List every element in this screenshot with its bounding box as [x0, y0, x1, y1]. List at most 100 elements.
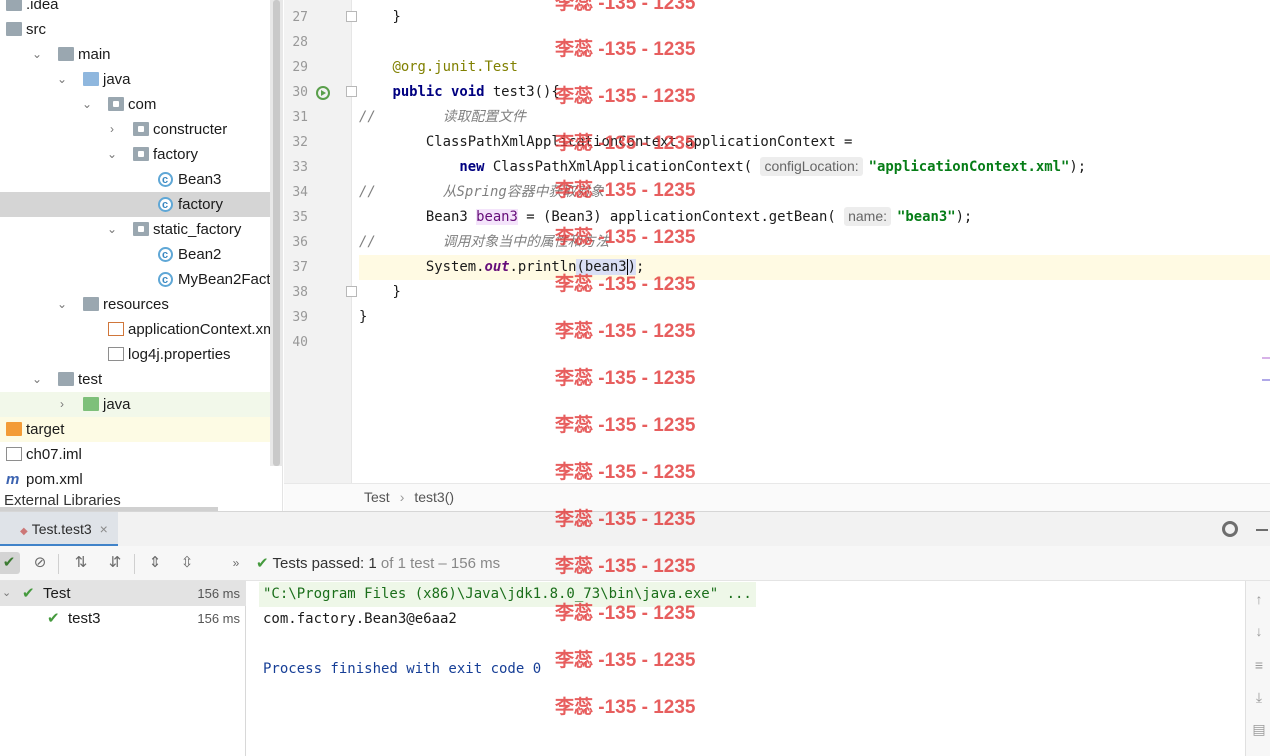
comment-line: // 从Spring容器中获取对象 — [359, 184, 604, 200]
line-number: 30 — [292, 85, 308, 100]
tree-node-constructer[interactable]: › constructer — [0, 117, 270, 142]
test-suite-row[interactable]: ⌄ ✔ Test 156 ms — [0, 581, 246, 606]
package-icon — [133, 222, 149, 236]
tree-node-static-factory[interactable]: ⌄ static_factory — [0, 217, 270, 242]
error-stripe-mark[interactable] — [1262, 357, 1270, 359]
print-icon[interactable]: ▤ — [1251, 721, 1267, 737]
chevron-right-icon[interactable]: › — [56, 398, 68, 410]
chevron-down-icon[interactable]: ⌄ — [81, 98, 93, 110]
breadcrumb-method[interactable]: test3() — [414, 489, 454, 505]
console-output-line: com.factory.Bean3@e6aa2 — [263, 611, 457, 627]
tree-node-label: test — [78, 371, 103, 388]
scroll-to-end-icon[interactable]: ⤓ — [1251, 689, 1267, 705]
chevron-down-icon[interactable]: ⌄ — [106, 148, 118, 160]
tree-node-java[interactable]: ⌄ java — [0, 67, 270, 92]
breadcrumb-class[interactable]: Test — [364, 489, 390, 505]
tree-node-label: target — [26, 421, 65, 438]
tree-node-com[interactable]: ⌄ com — [0, 92, 270, 117]
tab-test-run[interactable]: ◆ Test.test3 × — [0, 512, 118, 547]
code-line: public void test3(){ — [359, 80, 1270, 105]
tree-node-test[interactable]: ⌄ test — [0, 367, 270, 392]
argument: bean3 — [584, 259, 627, 275]
fold-marker-icon[interactable] — [346, 86, 357, 97]
test-name: test3 — [68, 610, 101, 627]
minimize-icon[interactable] — [1256, 529, 1268, 531]
code-line: } — [359, 9, 401, 25]
test-name: Test — [43, 585, 71, 602]
chevron-down-icon[interactable]: ⌄ — [31, 373, 43, 385]
fold-marker-icon[interactable] — [346, 11, 357, 22]
tree-node-bean3[interactable]: Bean3 — [0, 167, 270, 193]
sort-alphabetically-icon[interactable]: ⇅ — [70, 552, 92, 574]
gear-icon[interactable] — [1222, 521, 1238, 537]
test-duration: 156 ms — [197, 611, 240, 626]
sort-by-duration-icon[interactable]: ⇵ — [104, 552, 126, 574]
tree-node-label: java — [103, 71, 131, 88]
code-editor[interactable]: 27 28 29 30 31 32 33 34 35 36 37 38 39 4… — [284, 0, 1270, 483]
keyword: public void — [392, 84, 493, 100]
tree-node-applicationcontext-xml[interactable]: applicationContext.xml — [0, 317, 279, 342]
tree-node-java[interactable]: › java — [0, 392, 270, 417]
console-command-line[interactable]: "C:\Program Files (x86)\Java\jdk1.8.0_73… — [259, 582, 756, 607]
code-area[interactable]: } @org.junit.Test public void test3(){ /… — [359, 0, 1270, 483]
tree-node-factory[interactable]: factory — [0, 192, 270, 218]
code-token: Bean3 — [359, 209, 477, 225]
tree-node-src[interactable]: src — [0, 17, 270, 42]
tree-node-main[interactable]: ⌄ main — [0, 42, 270, 67]
folder-icon — [83, 397, 99, 411]
comment-line: // 读取配置文件 — [359, 109, 526, 125]
class-icon — [158, 243, 173, 268]
chevron-down-icon[interactable]: ⌄ — [2, 581, 11, 606]
tree-node-bean2[interactable]: Bean2 — [0, 242, 270, 268]
tree-node-resources[interactable]: ⌄ resources — [0, 292, 270, 317]
chevron-down-icon[interactable]: ⌄ — [31, 48, 43, 60]
show-ignored-icon[interactable]: ⊘ — [29, 552, 51, 574]
pass-check-icon: ✔ — [256, 555, 269, 572]
line-number: 34 — [292, 185, 308, 200]
test-results-tree: ⌄ ✔ Test 156 ms ✔ test3 156 ms — [0, 581, 246, 756]
arrow-up-icon[interactable]: ↑ — [1251, 591, 1267, 607]
tree-node--idea[interactable]: .idea — [0, 0, 270, 17]
annotation-name: Test — [484, 59, 518, 75]
line-number: 38 — [292, 285, 308, 300]
module-file-icon — [6, 447, 22, 461]
tree-scrollbar[interactable] — [270, 0, 283, 466]
annotation: @org.junit. — [392, 59, 485, 75]
project-tree: .idea src ⌄ main ⌄ java ⌄ com › constructer ⌄ facto… — [0, 0, 283, 511]
soft-wrap-icon[interactable]: ≡ — [1251, 657, 1267, 673]
external-libraries-node[interactable]: External Libraries — [0, 489, 218, 511]
chevron-down-icon[interactable]: ⌄ — [56, 73, 68, 85]
close-tab-icon[interactable]: × — [100, 521, 108, 537]
error-stripe-mark[interactable] — [1262, 379, 1270, 381]
tree-node-factory[interactable]: ⌄ factory — [0, 142, 270, 167]
pass-check-icon: ✔ — [47, 610, 60, 627]
fold-marker-icon[interactable] — [346, 286, 357, 297]
folder-icon — [83, 297, 99, 311]
expand-all-icon[interactable]: ⇕ — [144, 552, 166, 574]
more-actions-icon[interactable]: » — [225, 552, 247, 574]
maven-icon: m — [6, 471, 20, 488]
show-passed-icon[interactable]: ✔ — [0, 552, 20, 574]
run-test-gutter-icon[interactable] — [316, 86, 330, 100]
collapse-all-icon[interactable]: ⇳ — [176, 552, 198, 574]
folder-icon — [6, 422, 22, 436]
tree-node-ch07-iml[interactable]: ch07.iml — [0, 442, 270, 467]
line-number: 35 — [292, 210, 308, 225]
chevron-down-icon[interactable]: ⌄ — [56, 298, 68, 310]
test-duration: 156 ms — [197, 586, 240, 601]
code-token: System. — [359, 259, 485, 275]
tree-node-label: log4j.properties — [128, 346, 231, 363]
tree-node-label: resources — [103, 296, 169, 313]
folder-icon — [6, 0, 22, 11]
console-output[interactable]: "C:\Program Files (x86)\Java\jdk1.8.0_73… — [247, 581, 1245, 756]
line-number: 36 — [292, 235, 308, 250]
status-detail: of 1 test – 156 ms — [380, 555, 501, 572]
tree-node-log4j-properties[interactable]: log4j.properties — [0, 342, 270, 367]
test-case-row[interactable]: ✔ test3 156 ms — [0, 606, 246, 631]
tree-node-mybean2factory[interactable]: MyBean2Factory — [0, 267, 282, 293]
chevron-right-icon[interactable]: › — [106, 123, 118, 135]
arrow-down-icon[interactable]: ↓ — [1251, 623, 1267, 639]
tree-node-target[interactable]: target — [0, 417, 270, 442]
chevron-down-icon[interactable]: ⌄ — [106, 223, 118, 235]
current-code-line: System.out.println(bean3); — [359, 255, 1270, 280]
